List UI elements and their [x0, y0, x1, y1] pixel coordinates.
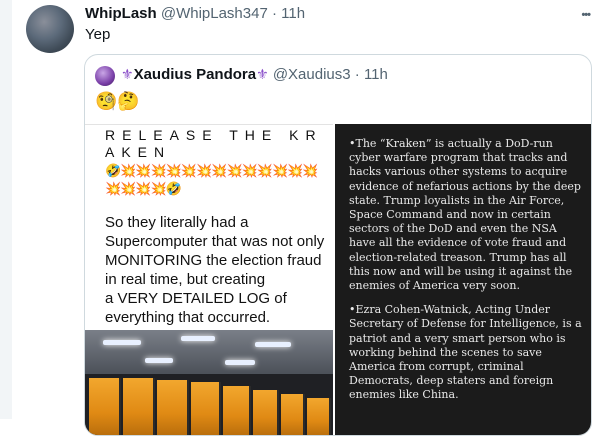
- media-image-left[interactable]: RELEASE THE KRAKEN 🤣💥💥💥💥💥💥💥💥💥💥💥💥💥💥💥💥💥🤣 S…: [85, 124, 333, 435]
- left-paragraph-1: So they literally had a Supercomputer th…: [105, 214, 325, 288]
- server-rack: [123, 378, 155, 435]
- tweet-text: Yep: [85, 26, 111, 43]
- author-handle[interactable]: @WhipLash347: [161, 5, 268, 22]
- ceiling-light: [145, 358, 173, 363]
- separator: ·: [271, 5, 277, 22]
- quoted-author-handle: @Xaudius3: [272, 66, 351, 83]
- supercomputer-photo: [85, 330, 333, 435]
- right-paragraph-1: •The “Kraken” is actually a DoD-run cybe…: [349, 137, 581, 293]
- quoted-tweet[interactable]: ⚜Xaudius Pandora⚜ @Xaudius3 · 11h 🧐🤔 REL…: [84, 54, 592, 436]
- left-image-text: So they literally had a Supercomputer th…: [105, 213, 330, 327]
- separator: ·: [354, 66, 360, 83]
- server-rack: [307, 398, 331, 435]
- quoted-author-name: Xaudius Pandora: [133, 66, 257, 83]
- server-rack: [253, 390, 279, 435]
- server-rack: [281, 394, 305, 435]
- server-rack: [89, 378, 121, 435]
- left-paragraph-2: a VERY DETAILED LOG of everything that o…: [105, 290, 287, 326]
- quoted-header: ⚜Xaudius Pandora⚜ @Xaudius3 · 11h: [121, 66, 388, 83]
- ceiling-light: [103, 340, 141, 345]
- media-grid: RELEASE THE KRAKEN 🤣💥💥💥💥💥💥💥💥💥💥💥💥💥💥💥💥💥🤣 S…: [85, 124, 591, 435]
- timestamp[interactable]: 11h: [281, 5, 305, 22]
- ceiling-light: [225, 360, 255, 365]
- server-rack: [191, 382, 221, 435]
- right-paragraph-2: •Ezra Cohen-Watnick, Acting Under Secret…: [349, 303, 582, 402]
- author-name[interactable]: WhipLash: [85, 5, 157, 22]
- quoted-timestamp: 11h: [363, 66, 388, 83]
- media-image-right[interactable]: •The “Kraken” is actually a DoD-run cybe…: [335, 124, 591, 435]
- fleur-de-lis-icon: ⚜: [256, 66, 269, 82]
- tweet-header: WhipLash @WhipLash347 · 11h: [85, 5, 305, 22]
- right-image-text: •The “Kraken” is actually a DoD-run cybe…: [349, 137, 583, 413]
- quoted-text: 🧐🤔: [95, 91, 140, 111]
- more-options-icon[interactable]: •••: [581, 9, 591, 21]
- fleur-de-lis-icon: ⚜: [121, 66, 134, 82]
- avatar[interactable]: [26, 5, 74, 53]
- timeline-edge: [0, 0, 12, 419]
- emoji-row: 🤣💥💥💥💥💥💥💥💥💥💥💥💥💥💥💥💥💥🤣: [105, 163, 319, 196]
- ceiling-light: [181, 336, 215, 341]
- ceiling-light: [255, 342, 291, 347]
- kraken-title: RELEASE THE KRAKEN: [105, 127, 323, 160]
- quoted-avatar[interactable]: [95, 66, 115, 86]
- server-rack: [223, 386, 251, 435]
- server-rack: [157, 380, 189, 435]
